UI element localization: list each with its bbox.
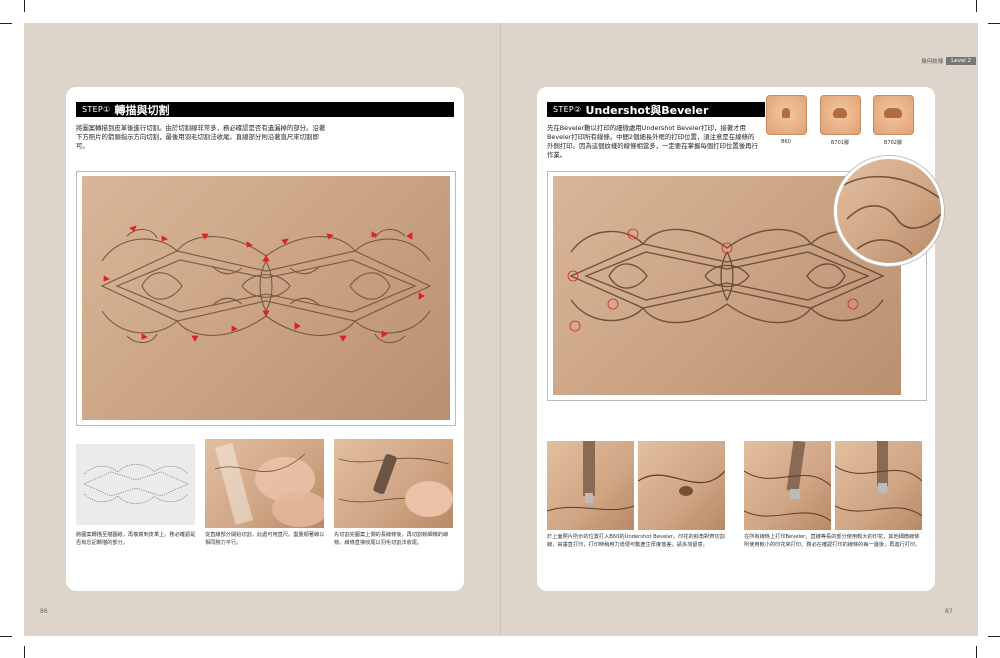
zoom-inset-photo (834, 156, 944, 266)
page-gutter (500, 23, 501, 636)
step2-title: Undershot與Beveler (585, 103, 709, 117)
running-header: 幾何紋樣 Level 2 (921, 57, 976, 65)
section-title: 幾何紋樣 (921, 59, 944, 65)
stamp-b702 (873, 95, 914, 135)
beveler-work-illustration (835, 441, 922, 517)
step2-number: STEP② (553, 105, 582, 114)
step1-number: STEP① (82, 105, 111, 114)
crop-mark (24, 0, 25, 12)
page-number-left: 86 (40, 608, 48, 615)
carving-pattern-illustration (100, 225, 432, 344)
undershot-result-illustration (638, 470, 725, 496)
stamp-label-b701: B701腳 (831, 140, 849, 146)
stamp-b701 (820, 95, 861, 135)
beveler-photo-1 (744, 441, 831, 530)
right-page-card: STEP② Undershot與Beveler 先在Beveler難以打印的細微… (537, 87, 944, 591)
tracing-sketch-illustration (83, 464, 189, 504)
hand-cutting-illustration (214, 443, 324, 527)
main-photo-frame-2 (547, 156, 944, 401)
left-page-card: STEP① 轉描與切割 將圖案轉描到皮革後進行切割。由於切割線非常多，務必確認是… (66, 87, 464, 591)
page-number-right: 87 (945, 608, 953, 615)
caption-1: 將圖案轉描至描圖紙，再複寫到皮革上。務必確認是否有忘記轉描的部分。 (76, 532, 196, 546)
main-photo-frame (76, 171, 456, 426)
leather-pattern-photo (82, 176, 450, 420)
stamp-b60 (766, 95, 807, 135)
caption-4: 於上面照片所示的位置打入B60的Undershot Beveler。印花的斜角對… (547, 534, 725, 548)
cutting-detail-photo (334, 439, 453, 528)
crop-mark (976, 646, 977, 658)
stamp-label-b702: B702腳 (884, 140, 902, 146)
beveler-tool-illustration (744, 441, 831, 522)
caption-2: 從直線部分開始切割，此處可用直尺。盡量順著線以相同腕力平行。 (205, 532, 325, 546)
crop-mark (988, 23, 1000, 24)
crop-mark (0, 23, 12, 24)
step2-body: 先在Beveler難以打印的細微處用Undershot Beveler打印，接著… (547, 124, 758, 159)
tracing-paper-photo (76, 444, 195, 525)
step1-heading: STEP① 轉描與切割 (76, 102, 454, 117)
stamp-label-b60: B60 (781, 139, 791, 145)
zoom-detail-illustration (837, 175, 941, 255)
crop-mark (988, 636, 1000, 637)
step1-title: 轉描與切割 (114, 103, 170, 117)
undershot-tool-illustration (547, 441, 634, 512)
caption-5: 在所有線條上打印Beveler。直線等長的部分使用較大的印花，其他細微線條則使用… (744, 534, 921, 548)
caption-3: 先切割完圖案上側的長線條後，再切割較細微的線條。線條直接收尾以羽毛切割法收尾。 (334, 532, 449, 546)
step1-body: 將圖案轉描到皮革後進行切割。由於切割線非常多，務必確認是否有遺漏掉的部分。沿著下… (76, 124, 326, 150)
crop-mark (976, 0, 977, 12)
beveler-photo-2 (835, 441, 922, 530)
cutting-photo (205, 439, 324, 528)
undershot-photo-2 (638, 441, 725, 530)
undershot-photo-1 (547, 441, 634, 530)
swivel-knife-illustration (338, 453, 453, 517)
crop-mark (24, 646, 25, 658)
level-badge: Level 2 (946, 57, 976, 65)
step2-heading: STEP② Undershot與Beveler (547, 102, 765, 117)
crop-mark (0, 636, 12, 637)
